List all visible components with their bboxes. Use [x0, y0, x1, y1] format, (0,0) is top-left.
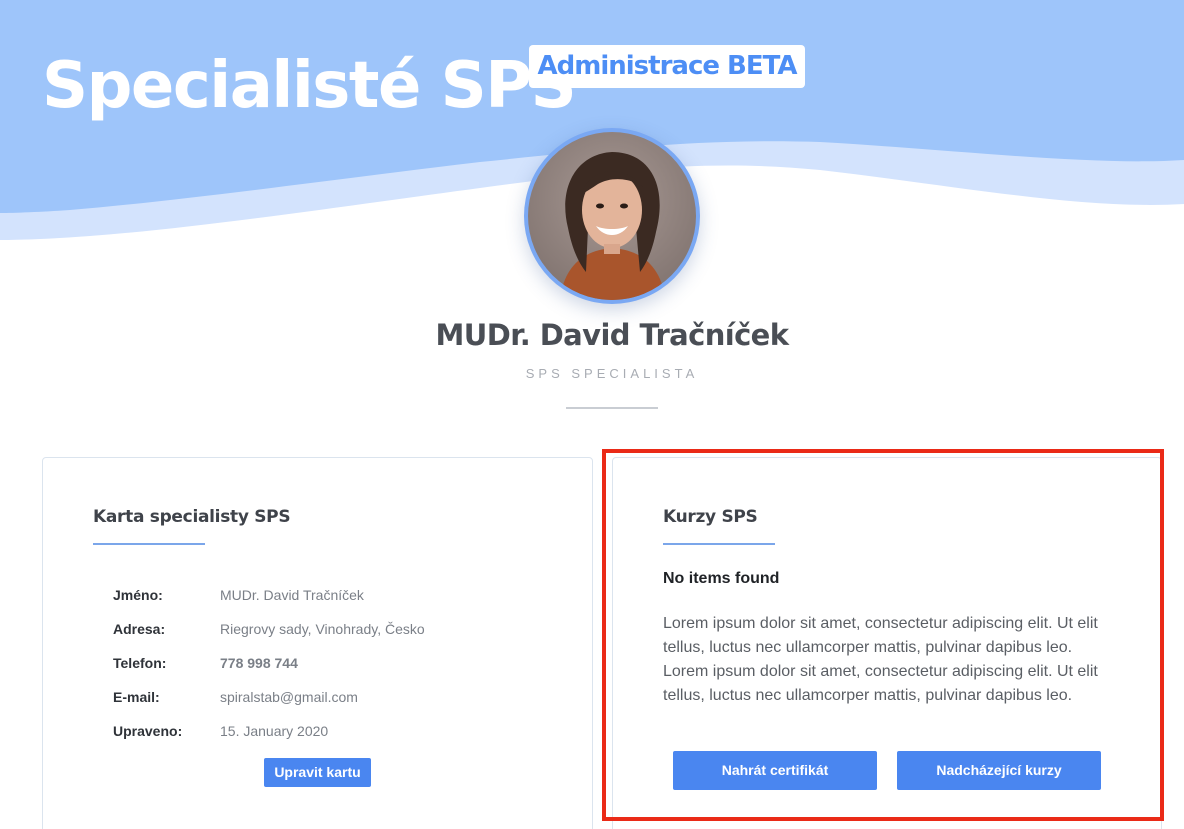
avatar — [524, 128, 700, 304]
info-value: spiralstab@gmail.com — [220, 689, 358, 705]
profile-name: MUDr. David Tračníček — [435, 318, 789, 352]
profile-role: SPS SPECIALISTA — [525, 366, 699, 381]
info-value: MUDr. David Tračníček — [220, 587, 364, 603]
info-value: Riegrovy sady, Vinohrady, Česko — [220, 621, 425, 637]
info-label: Upraveno: — [113, 723, 183, 739]
info-value: 15. January 2020 — [220, 723, 329, 739]
name-divider — [566, 407, 658, 409]
person-photo-icon — [528, 132, 696, 300]
info-label: Adresa: — [113, 621, 166, 637]
highlight-frame — [602, 449, 1164, 821]
specialist-card-title: Karta specialisty SPS — [93, 507, 291, 527]
info-label: Telefon: — [113, 655, 167, 671]
info-value: 778 998 744 — [220, 655, 298, 671]
site-title: Specialisté SPS — [42, 49, 577, 123]
specialist-card-underline — [93, 543, 205, 545]
specialist-card: Karta specialisty SPS Jméno: MUDr. David… — [42, 457, 593, 829]
edit-card-button[interactable]: Upravit kartu — [264, 758, 371, 787]
info-label: Jméno: — [113, 587, 163, 603]
admin-beta-badge: Administrace BETA — [529, 45, 805, 88]
info-label: E-mail: — [113, 689, 160, 705]
